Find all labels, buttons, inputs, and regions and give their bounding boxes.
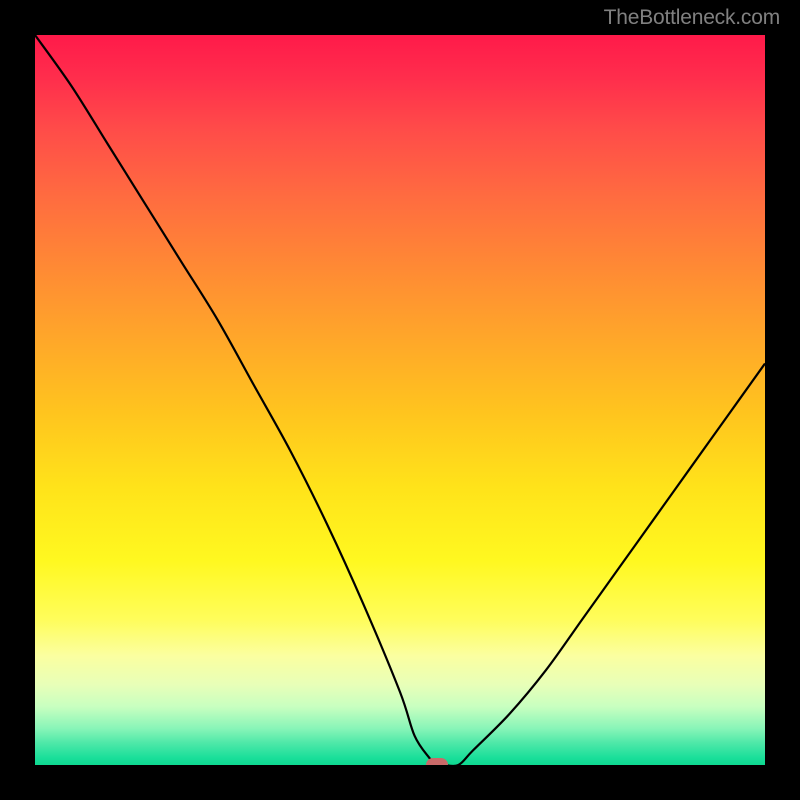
- attribution-text: TheBottleneck.com: [604, 6, 780, 30]
- curve-path: [35, 35, 765, 765]
- optimal-marker: [426, 758, 448, 765]
- bottleneck-curve: [35, 35, 765, 765]
- chart-container: TheBottleneck.com: [0, 0, 800, 800]
- plot-area: [35, 35, 765, 765]
